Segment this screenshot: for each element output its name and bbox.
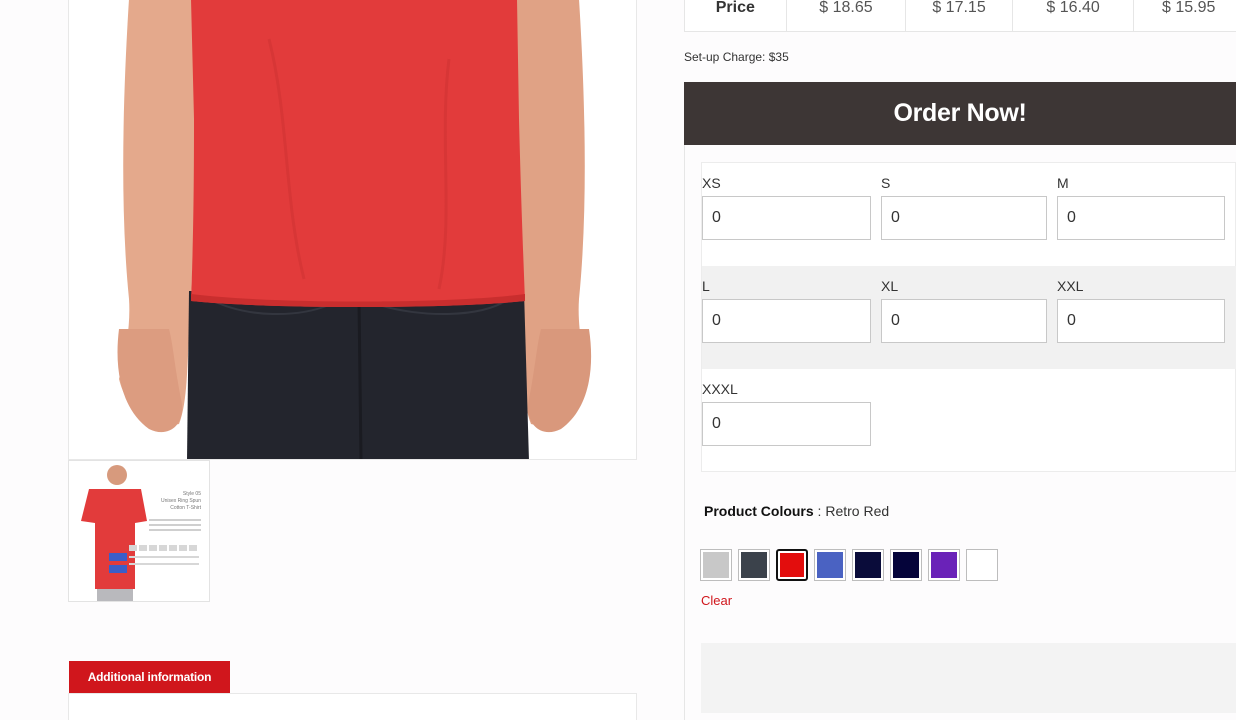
price-cell: $ 15.95 xyxy=(1162,0,1216,16)
product-page: Style 05 Unisex Ring Spun Cotton T-Shirt… xyxy=(0,0,1236,720)
colours-separator: : xyxy=(813,503,826,519)
thumbnail-style-text: Style 05 xyxy=(183,491,201,497)
colour-swatch[interactable] xyxy=(738,549,770,581)
setup-charge: Set-up Charge: $35 xyxy=(684,50,789,64)
clear-colour-link[interactable]: Clear xyxy=(701,593,732,608)
size-label: S xyxy=(881,175,891,191)
size-label: XL xyxy=(881,278,899,294)
size-row: XXXL xyxy=(702,369,1236,472)
tab-additional-information[interactable]: Additional information xyxy=(69,661,230,693)
colour-swatch[interactable] xyxy=(852,549,884,581)
thumbnail-image: Style 05 Unisex Ring Spun Cotton T-Shirt xyxy=(69,461,209,601)
colour-swatch[interactable] xyxy=(700,549,732,581)
order-now-button[interactable]: Order Now! xyxy=(684,82,1236,145)
product-colours-line: Product Colours : Retro Red xyxy=(704,503,889,519)
colour-swatch[interactable] xyxy=(814,549,846,581)
add-to-cart-area xyxy=(701,643,1236,713)
quantity-input-s[interactable] xyxy=(881,196,1047,240)
colour-swatch[interactable] xyxy=(966,549,998,581)
price-cell: $ 17.15 xyxy=(906,0,1013,31)
quantity-input-xs[interactable] xyxy=(702,196,871,240)
size-label: XXL xyxy=(1057,278,1084,294)
product-main-image[interactable] xyxy=(68,0,637,460)
price-cell: $ 18.65 xyxy=(787,0,907,31)
product-thumbnail[interactable]: Style 05 Unisex Ring Spun Cotton T-Shirt xyxy=(68,460,210,602)
colour-swatch[interactable] xyxy=(890,549,922,581)
price-table: Price $ 18.65 $ 17.15 $ 16.40 $ 15.95 xyxy=(684,0,1236,32)
price-header: Price xyxy=(685,0,787,31)
colours-label: Product Colours xyxy=(704,503,814,519)
size-label: XS xyxy=(702,175,721,191)
model-photo xyxy=(69,0,636,459)
price-cell: $ 16.40 xyxy=(1013,0,1135,31)
quantity-input-l[interactable] xyxy=(702,299,871,343)
thumbnail-name-line-2: Cotton T-Shirt xyxy=(170,505,201,511)
colour-swatch[interactable] xyxy=(776,549,808,581)
size-row: XS S M xyxy=(702,163,1236,266)
colour-swatch[interactable] xyxy=(928,549,960,581)
size-label: XXXL xyxy=(702,381,738,397)
quantity-input-xxxl[interactable] xyxy=(702,402,871,446)
selected-colour-name: Retro Red xyxy=(825,503,890,519)
size-row: L XL XXL xyxy=(702,266,1236,369)
size-quantity-grid: XS S M L XL XXL xyxy=(701,162,1236,472)
quantity-input-m[interactable] xyxy=(1057,196,1225,240)
tab-panel xyxy=(68,693,637,720)
size-label: L xyxy=(702,278,710,294)
size-label: M xyxy=(1057,175,1069,191)
thumbnail-name-line-1: Unisex Ring Spun xyxy=(161,498,201,504)
quantity-input-xxl[interactable] xyxy=(1057,299,1225,343)
quantity-input-xl[interactable] xyxy=(881,299,1047,343)
